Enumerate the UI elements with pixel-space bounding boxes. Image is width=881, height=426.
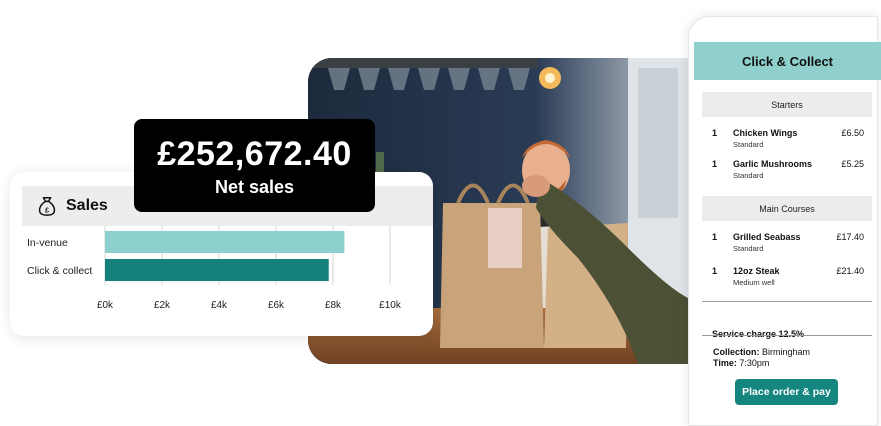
x-tick-label: £0k: [97, 300, 114, 311]
item-quantity: 1: [712, 128, 718, 138]
time-label: Time:: [713, 358, 737, 368]
net-sales-amount: £252,672.40: [157, 135, 352, 173]
item-name: Chicken Wings: [733, 128, 798, 138]
x-tick-label: £2k: [154, 300, 171, 311]
item-price: £5.25: [841, 159, 864, 169]
collection-label: Collection:: [713, 347, 760, 357]
item-name: Grilled Seabass: [733, 232, 801, 242]
click-collect-header: Click & Collect: [694, 42, 881, 80]
phone-mockup: Click & Collect Starters 1 Chicken Wings…: [688, 16, 881, 426]
category-label: Click & collect: [27, 265, 92, 277]
net-sales-badge: £252,672.40 Net sales: [134, 119, 375, 212]
item-quantity: 1: [712, 159, 718, 169]
bar-click-and-collect: [105, 259, 329, 281]
item-price: £6.50: [841, 128, 864, 138]
x-tick-label: £10k: [379, 300, 402, 311]
item-option: Standard: [733, 140, 764, 149]
divider: [702, 301, 872, 302]
section-header-starters: Starters: [702, 92, 872, 117]
item-option: Medium well: [733, 278, 775, 287]
x-tick-label: £8k: [325, 300, 342, 311]
collection-time: Time: 7:30pm: [713, 358, 769, 368]
net-sales-label: Net sales: [214, 177, 295, 197]
item-name: Garlic Mushrooms: [733, 159, 813, 169]
item-option: Standard: [733, 244, 764, 253]
x-tick-label: £4k: [211, 300, 228, 311]
divider: [702, 335, 872, 336]
click-collect-title: Click & Collect: [741, 53, 834, 69]
item-quantity: 1: [712, 266, 718, 276]
x-tick-label: £6k: [268, 300, 285, 311]
collection-location: Collection: Birmingham: [713, 347, 810, 357]
section-header-main-courses: Main Courses: [702, 196, 872, 221]
item-price: £17.40: [836, 232, 864, 242]
item-name: 12oz Steak: [733, 266, 780, 276]
collection-value: Birmingham: [762, 347, 811, 357]
place-order-button[interactable]: Place order & pay: [735, 379, 838, 405]
bar-in-venue: [105, 231, 345, 253]
item-quantity: 1: [712, 232, 718, 242]
time-value: 7:30pm: [739, 358, 770, 368]
item-option: Standard: [733, 171, 764, 180]
service-charge: Service charge 12.5%: [712, 329, 805, 339]
category-label: In-venue: [27, 237, 68, 249]
item-price: £21.40: [836, 266, 864, 276]
